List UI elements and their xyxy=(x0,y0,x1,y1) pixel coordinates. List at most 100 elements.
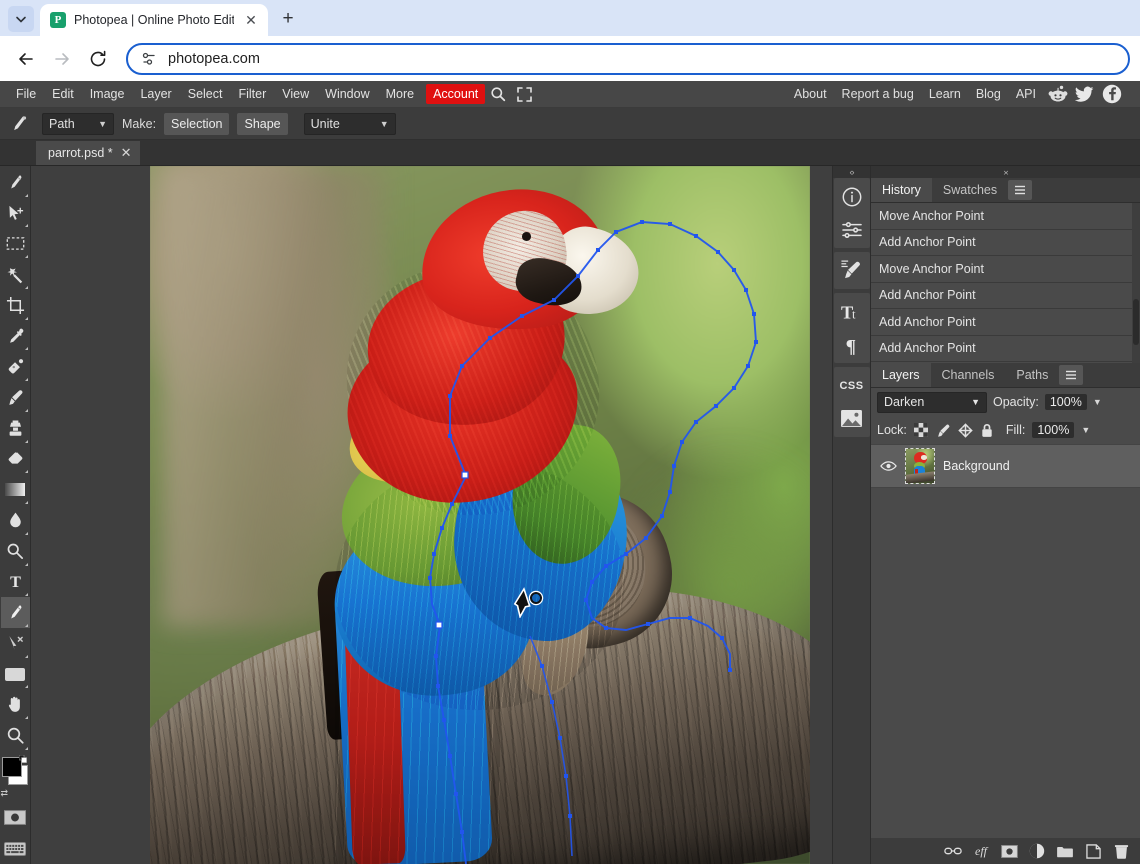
lock-transparency-icon[interactable] xyxy=(914,423,929,438)
rectangle-shape-icon[interactable] xyxy=(1,659,30,690)
link-layers-icon[interactable] xyxy=(944,842,962,860)
layer-visibility-eye-icon[interactable] xyxy=(879,460,897,472)
make-selection-button[interactable]: Selection xyxy=(164,113,229,135)
twitter-icon[interactable] xyxy=(1073,82,1097,106)
tab-channels[interactable]: Channels xyxy=(931,363,1006,387)
type-tool-icon[interactable]: T xyxy=(1,567,30,598)
back-button[interactable] xyxy=(10,43,42,75)
image-icon[interactable] xyxy=(835,402,869,435)
canvas-document[interactable] xyxy=(150,166,810,864)
new-tab-button[interactable]: + xyxy=(274,5,302,33)
clone-stamp-icon[interactable] xyxy=(1,413,30,444)
tab-swatches[interactable]: Swatches xyxy=(932,178,1008,202)
history-scrollbar[interactable] xyxy=(1132,203,1140,363)
delete-layer-icon[interactable] xyxy=(1112,842,1130,860)
pen-tool-icon[interactable] xyxy=(1,167,30,198)
css-icon[interactable]: CSS xyxy=(835,369,869,402)
keyboard-shortcuts-icon[interactable] xyxy=(1,833,30,864)
history-item[interactable]: Add Anchor Point xyxy=(871,283,1140,310)
panel-menu-icon[interactable] xyxy=(1008,180,1032,200)
swap-colors-icon[interactable]: ⇄ xyxy=(1,789,10,798)
paragraph-icon[interactable]: ¶ xyxy=(835,328,869,361)
tab-paths[interactable]: Paths xyxy=(1005,363,1059,387)
menu-file[interactable]: File xyxy=(8,83,44,105)
menu-view[interactable]: View xyxy=(274,83,317,105)
layer-name[interactable]: Background xyxy=(943,459,1010,473)
new-group-icon[interactable] xyxy=(1056,842,1074,860)
menu-layer[interactable]: Layer xyxy=(132,83,179,105)
document-tab-close-icon[interactable]: ✕ xyxy=(121,145,132,161)
reload-button[interactable] xyxy=(82,43,114,75)
fullscreen-icon[interactable] xyxy=(511,83,537,105)
site-settings-icon[interactable] xyxy=(140,50,158,68)
fill-dropdown-icon[interactable]: ▼ xyxy=(1081,425,1090,435)
patch-tool-icon[interactable] xyxy=(1,351,30,382)
pen-tool-icon[interactable] xyxy=(4,110,34,138)
menu-account-button[interactable]: Account xyxy=(426,84,485,104)
eyedropper-icon[interactable] xyxy=(1,321,30,352)
layer-mask-icon[interactable] xyxy=(1000,842,1018,860)
brush-tool-icon[interactable] xyxy=(1,382,30,413)
pen-path-tool-icon[interactable] xyxy=(1,597,30,628)
info-icon[interactable] xyxy=(835,180,869,213)
document-tab-parrot[interactable]: parrot.psd * ✕ xyxy=(36,141,140,165)
path-mode-select[interactable]: Path ▼ xyxy=(42,113,114,135)
lock-position-icon[interactable] xyxy=(958,423,973,438)
blur-tool-icon[interactable] xyxy=(1,505,30,536)
crop-tool-icon[interactable] xyxy=(1,290,30,321)
facebook-icon[interactable] xyxy=(1100,82,1124,106)
adjustments-icon[interactable] xyxy=(835,213,869,246)
rectangular-marquee-icon[interactable] xyxy=(1,228,30,259)
tab-layers[interactable]: Layers xyxy=(871,363,931,387)
eraser-tool-icon[interactable] xyxy=(1,444,30,475)
menu-more[interactable]: More xyxy=(378,83,422,105)
lock-pixels-icon[interactable] xyxy=(936,423,951,438)
link-learn[interactable]: Learn xyxy=(922,83,968,105)
hand-tool-icon[interactable] xyxy=(1,689,30,720)
dodge-tool-icon[interactable] xyxy=(1,536,30,567)
layer-thumbnail[interactable] xyxy=(905,448,935,484)
blend-mode-select[interactable]: Darken ▼ xyxy=(877,392,987,413)
history-item[interactable]: Move Anchor Point xyxy=(871,256,1140,283)
path-select-icon[interactable] xyxy=(1,628,30,659)
url-text[interactable]: photopea.com xyxy=(168,51,260,67)
character-icon[interactable]: Tt xyxy=(835,295,869,328)
history-item[interactable]: Move Anchor Point xyxy=(871,203,1140,230)
history-item[interactable]: Add Anchor Point xyxy=(871,336,1140,363)
address-bar[interactable]: photopea.com xyxy=(126,43,1130,75)
canvas-area[interactable] xyxy=(31,166,832,864)
menu-window[interactable]: Window xyxy=(317,83,377,105)
link-api[interactable]: API xyxy=(1009,83,1043,105)
menu-select[interactable]: Select xyxy=(180,83,231,105)
default-colors-icon[interactable] xyxy=(19,755,27,763)
layer-effects-icon[interactable]: eff xyxy=(972,842,990,860)
tab-close-icon[interactable]: ✕ xyxy=(242,11,260,29)
brush-settings-icon[interactable] xyxy=(835,254,869,287)
color-swatches[interactable]: ⇄ xyxy=(1,755,30,799)
menu-image[interactable]: Image xyxy=(82,83,133,105)
link-blog[interactable]: Blog xyxy=(969,83,1008,105)
tab-history[interactable]: History xyxy=(871,178,932,202)
reddit-icon[interactable] xyxy=(1046,82,1070,106)
search-icon[interactable] xyxy=(485,83,511,105)
menu-edit[interactable]: Edit xyxy=(44,83,82,105)
history-item[interactable]: Add Anchor Point xyxy=(871,309,1140,336)
browser-tab[interactable]: P Photopea | Online Photo Edit ✕ xyxy=(40,4,268,36)
new-layer-icon[interactable] xyxy=(1084,842,1102,860)
history-item[interactable]: Add Anchor Point xyxy=(871,230,1140,257)
rail-collapse-handle[interactable]: ‹› xyxy=(833,166,870,178)
make-shape-button[interactable]: Shape xyxy=(237,113,287,135)
tab-search-dropdown-button[interactable] xyxy=(8,6,34,32)
panel-menu-icon[interactable] xyxy=(1059,365,1083,385)
fill-value[interactable]: 100% xyxy=(1032,422,1074,438)
zoom-tool-icon[interactable] xyxy=(1,720,30,751)
opacity-value[interactable]: 100% xyxy=(1045,394,1087,410)
path-operation-select[interactable]: Unite ▼ xyxy=(304,113,396,135)
opacity-dropdown-icon[interactable]: ▼ xyxy=(1093,397,1102,407)
forward-button[interactable] xyxy=(46,43,78,75)
link-report-a-bug[interactable]: Report a bug xyxy=(835,83,921,105)
history-scrollbar-thumb[interactable] xyxy=(1133,299,1139,345)
layer-row-background[interactable]: Background xyxy=(871,444,1140,488)
quick-mask-icon[interactable] xyxy=(1,803,30,834)
history-list[interactable]: Move Anchor Point Add Anchor Point Move … xyxy=(871,203,1140,363)
